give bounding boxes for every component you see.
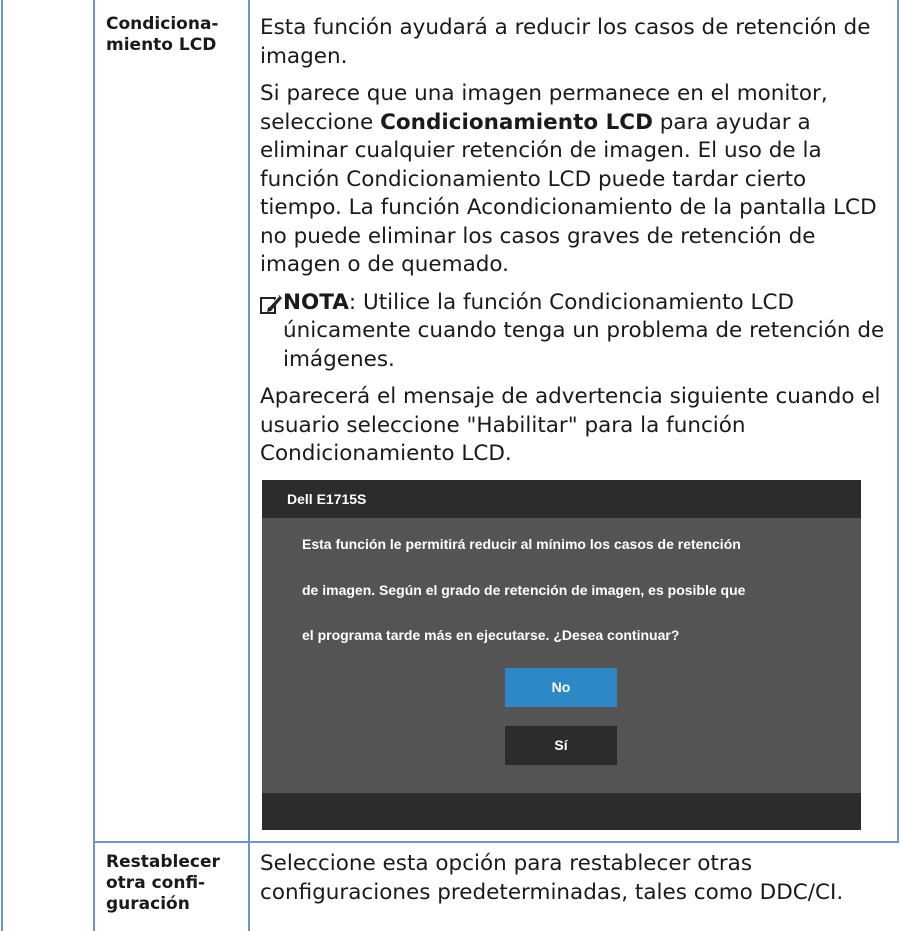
paragraph-warning-intro: Aparecerá el mensaje de advertencia sigu… [260, 384, 881, 466]
note-label: NOTA [283, 289, 349, 315]
row-content-restablecer: Seleccione esta opción para restablecer … [260, 851, 844, 905]
osd-warning-dialog: Dell E1715S Esta función le permitirá re… [262, 480, 861, 830]
pencil-icon [260, 294, 282, 314]
row-content-condicionamiento: Esta función ayudará a reducir los casos… [260, 14, 885, 478]
table-rule-left [1, 0, 3, 931]
instructions-bold: Condicionamiento LCD [380, 109, 653, 135]
row-label-condicionamiento: Condiciona- miento LCD [106, 14, 219, 55]
paragraph-intro: Esta función ayudará a reducir los casos… [260, 15, 871, 69]
osd-bottom-bar [262, 793, 861, 830]
table-rule-right [897, 0, 899, 842]
table-rule-col1 [93, 0, 95, 931]
table-rule-col2 [248, 0, 250, 931]
osd-message-line-3: el programa tarde más en ejecutarse. ¿De… [302, 627, 680, 643]
osd-message-line-1: Esta función le permitirá reducir al mín… [302, 536, 741, 552]
row-label-restablecer: Restablecer otra confi- guración [106, 852, 220, 914]
osd-yes-button[interactable]: Sí [505, 726, 617, 765]
osd-no-button[interactable]: No [505, 668, 617, 707]
osd-title-bar: Dell E1715S [262, 480, 861, 518]
osd-message-line-2: de imagen. Según el grado de retención d… [302, 582, 746, 598]
osd-title: Dell E1715S [287, 491, 367, 507]
note: NOTA: Utilice la función Condicionamient… [260, 289, 885, 375]
paragraph-instructions: Si parece que una imagen permanece en el… [260, 80, 885, 280]
note-text: : Utilice la función Condicionamiento LC… [283, 289, 885, 372]
row-divider [93, 841, 899, 843]
